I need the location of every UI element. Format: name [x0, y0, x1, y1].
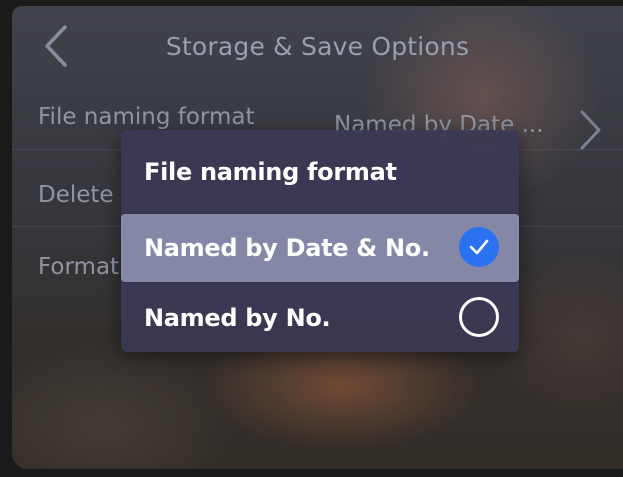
- checkmark-icon: [469, 239, 489, 255]
- option-named-by-date-and-no[interactable]: Named by Date & No.: [121, 214, 519, 282]
- option-label: Named by No.: [144, 304, 331, 332]
- radio-unchecked-icon[interactable]: [459, 297, 499, 337]
- dialog-title: File naming format: [144, 158, 397, 186]
- option-label: Named by Date & No.: [144, 234, 430, 262]
- option-named-by-no[interactable]: Named by No.: [121, 284, 519, 352]
- radio-checked-icon[interactable]: [459, 227, 499, 267]
- file-naming-dialog: File naming format Named by Date & No. N…: [121, 130, 519, 352]
- camera-screen: Storage & Save Options File naming forma…: [12, 6, 623, 469]
